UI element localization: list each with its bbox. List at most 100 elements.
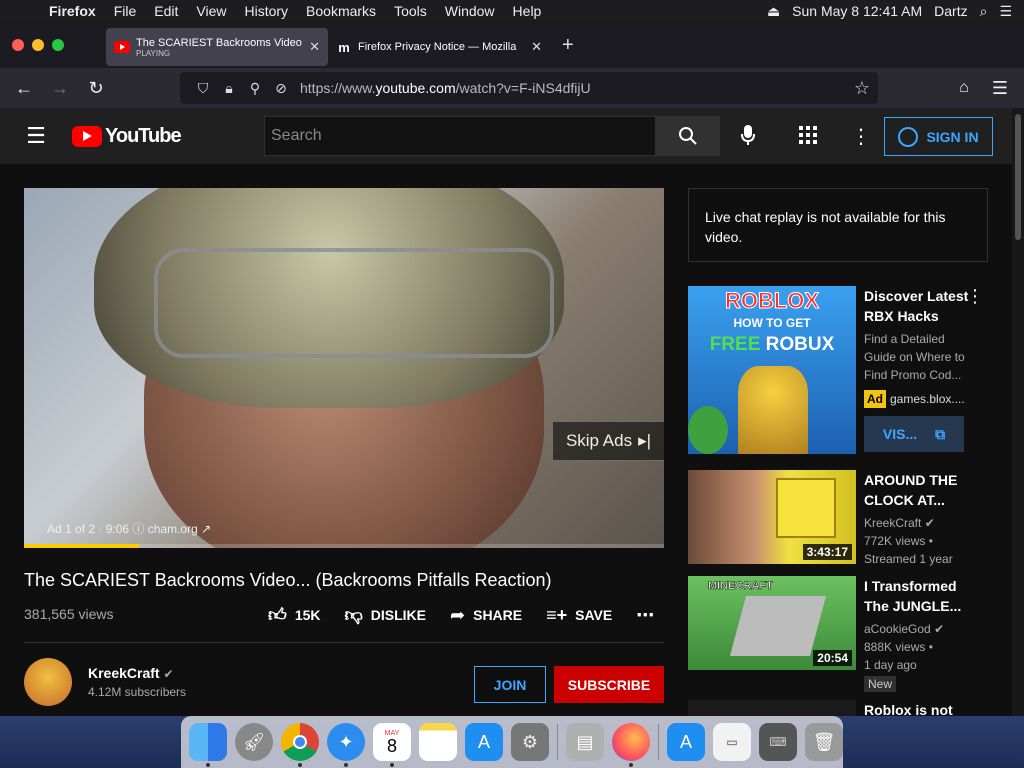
permissions-icon[interactable]: ⚲ <box>242 80 268 97</box>
ad-progress-bar[interactable] <box>24 544 664 548</box>
playlist-add-icon: ≡+ <box>546 604 568 625</box>
tracking-shield-icon[interactable]: ⛉ <box>190 80 216 97</box>
video-thumbnail[interactable] <box>688 700 856 716</box>
search-input[interactable] <box>264 116 656 156</box>
video-actions: 👍︎ 15K 👎︎ DISLIKE ➦ SHARE ≡+ SAVE ⋯ <box>268 604 654 626</box>
verified-check-icon: ✔ <box>924 516 935 530</box>
join-button[interactable]: JOIN <box>474 666 546 703</box>
ad-title[interactable]: Discover Latest RBX Hacks <box>864 286 980 326</box>
new-tab-icon[interactable]: + <box>562 34 574 57</box>
pocket-icon[interactable]: ⌂ <box>946 79 982 97</box>
tab-youtube[interactable]: The SCARIEST Backrooms Video PLAYING ✕ <box>106 28 328 66</box>
menu-bookmarks[interactable]: Bookmarks <box>297 3 385 19</box>
menu-history[interactable]: History <box>235 3 297 19</box>
page-scrollbar[interactable] <box>1012 108 1024 716</box>
firefox-icon[interactable] <box>612 723 650 767</box>
launchpad-icon[interactable]: 🚀︎ <box>235 723 273 761</box>
dock-separator <box>557 724 558 760</box>
bookmark-star-icon[interactable]: ☆ <box>854 78 870 99</box>
tab-firefox-privacy[interactable]: m Firefox Privacy Notice — Mozilla ✕ <box>328 28 550 66</box>
app-menu-icon[interactable]: ☰ <box>982 78 1018 99</box>
control-center-icon[interactable]: ☰ <box>999 3 1012 20</box>
trash-icon[interactable]: 🗑︎ <box>805 723 843 761</box>
account-icon <box>898 126 919 147</box>
external-link-icon[interactable]: ↗ <box>201 522 211 536</box>
youtube-play-icon <box>72 125 102 147</box>
apps-grid-icon[interactable] <box>799 126 817 150</box>
ad-more-icon[interactable]: ⋮ <box>966 286 984 307</box>
archive-utility-icon[interactable]: ▤ <box>566 723 604 761</box>
url-text[interactable]: https://www.youtube.com/watch?v=F-iNS4df… <box>300 80 591 96</box>
ad-thumbnail[interactable]: ROBLOX HOW TO GET FREE ROBUX <box>688 286 856 454</box>
system-preferences-icon[interactable]: ⚙ <box>511 723 549 761</box>
zoom-window-button[interactable] <box>52 39 64 51</box>
settings-more-icon[interactable]: ⋮ <box>851 124 871 149</box>
menu-tools[interactable]: Tools <box>385 3 436 19</box>
guide-menu-icon[interactable]: ☰ <box>0 123 72 149</box>
video-thumbnail[interactable]: MINECRAFT 20:54 <box>688 576 856 670</box>
mozilla-favicon-icon: m <box>338 39 350 55</box>
url-bar[interactable]: ⛉ 🔒︎ ⚲ ⊘ https://www.youtube.com/watch?v… <box>180 72 878 104</box>
channel-avatar[interactable] <box>24 658 72 706</box>
ad-counter: Ad 1 of 2 · 9:06 <box>47 522 130 536</box>
video-thumbnail[interactable]: 3:43:17 <box>688 470 856 564</box>
recommendation-item[interactable]: 3:43:17 AROUND THE CLOCK AT... KreekCraf… <box>688 470 980 568</box>
subscribe-button[interactable]: SUBSCRIBE <box>554 666 664 703</box>
save-button[interactable]: ≡+ SAVE <box>546 605 612 626</box>
keyboard-viewer-icon[interactable]: ⌨ <box>759 723 797 761</box>
dislike-label: DISLIKE <box>370 607 427 623</box>
menu-file[interactable]: File <box>105 3 146 19</box>
channel-info: KreekCraft ✔ 4.12M subscribers <box>24 658 186 706</box>
ad-progress-fill <box>24 544 140 548</box>
video-views: 772K views • <box>864 534 933 548</box>
ad-info-icon[interactable]: ⓘ <box>132 522 147 536</box>
ad-card[interactable]: ROBLOX HOW TO GET FREE ROBUX Discover La… <box>688 286 984 454</box>
menu-edit[interactable]: Edit <box>145 3 187 19</box>
safari-icon[interactable]: ✦ <box>327 723 365 767</box>
dislike-button[interactable]: 👎︎ DISLIKE <box>345 604 427 626</box>
ad-domain-link[interactable]: cham.org <box>148 522 198 536</box>
back-icon[interactable]: ← <box>6 78 42 99</box>
visit-site-button[interactable]: VIS... ⧉ <box>864 416 964 452</box>
browser-navbar: ← → ↻ ⛉ 🔒︎ ⚲ ⊘ https://www.youtube.com/w… <box>0 68 1024 108</box>
menubar-clock[interactable]: Sun May 8 12:41 AM <box>792 3 922 19</box>
eject-icon[interactable]: ⏏ <box>767 3 780 20</box>
scrollbar-thumb[interactable] <box>1015 114 1021 240</box>
like-button[interactable]: 👍︎ 15K <box>268 604 321 626</box>
app-store-icon[interactable]: A <box>465 723 503 761</box>
autoplay-blocked-icon[interactable]: ⊘ <box>268 80 294 97</box>
notes-icon[interactable] <box>419 723 457 761</box>
reload-icon[interactable]: ↻ <box>78 78 114 99</box>
menu-window[interactable]: Window <box>436 3 504 19</box>
video-title[interactable]: AROUND THE CLOCK AT... <box>864 470 980 510</box>
skip-ads-button[interactable]: Skip Ads ▸| <box>552 421 664 461</box>
search-button[interactable] <box>656 116 720 156</box>
app-store-folder-icon[interactable]: A <box>667 723 705 761</box>
menubar-user[interactable]: Dartz <box>934 3 967 19</box>
spotlight-search-icon[interactable]: ⌕ <box>980 3 988 20</box>
thumbs-down-icon: 👎︎ <box>344 605 363 625</box>
close-tab-icon[interactable]: ✕ <box>531 39 542 55</box>
recommendation-item[interactable]: MINECRAFT 20:54 I Transformed The JUNGLE… <box>688 576 980 693</box>
sign-in-button[interactable]: SIGN IN <box>884 117 993 156</box>
video-title[interactable]: I Transformed The JUNGLE... <box>864 576 980 616</box>
channel-name[interactable]: KreekCraft ✔ <box>88 665 186 681</box>
document-icon[interactable]: ▭ <box>713 723 751 761</box>
close-window-button[interactable] <box>12 39 24 51</box>
chrome-icon[interactable] <box>281 723 319 767</box>
minimize-window-button[interactable] <box>32 39 44 51</box>
more-actions-button[interactable]: ⋯ <box>636 605 654 626</box>
close-tab-icon[interactable]: ✕ <box>309 39 320 55</box>
share-button[interactable]: ➦ SHARE <box>450 605 522 626</box>
video-player[interactable]: Skip Ads ▸| Ad 1 of 2 · 9:06 ⓘ cham.org … <box>24 188 664 548</box>
forward-icon[interactable]: → <box>42 78 78 99</box>
menu-view[interactable]: View <box>187 3 235 19</box>
lock-icon[interactable]: 🔒︎ <box>216 80 242 97</box>
microphone-icon[interactable] <box>740 124 756 152</box>
menu-app-firefox[interactable]: Firefox <box>40 3 105 19</box>
calendar-icon[interactable]: MAY 8 <box>373 723 411 767</box>
youtube-logo[interactable]: YouTube <box>72 125 182 148</box>
menu-help[interactable]: Help <box>504 3 551 19</box>
finder-icon[interactable] <box>189 723 227 767</box>
ad-info: Ad 1 of 2 · 9:06 ⓘ cham.org ↗ <box>47 520 211 537</box>
